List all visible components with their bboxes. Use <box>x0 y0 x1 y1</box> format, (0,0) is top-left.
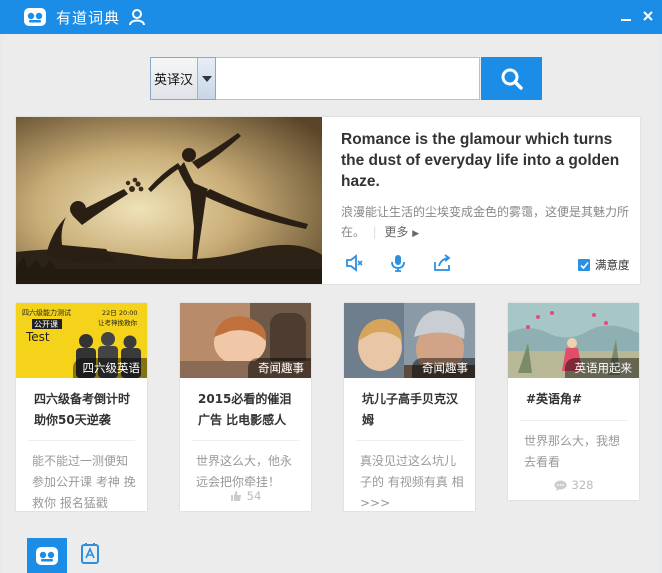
comment-icon <box>554 480 567 491</box>
satisfaction-checkbox[interactable]: 满意度 <box>578 257 630 273</box>
card-thumbnail: 四六级能力测试 公开课 Test 22日 20:00 让考神挽救你 四六级英语 <box>16 303 147 378</box>
card-category-tag: 四六级英语 <box>72 358 147 378</box>
thumb-slogan: 让考神挽救你 <box>98 318 138 327</box>
microphone-icon[interactable] <box>389 254 407 272</box>
card-description: 能不能过一测便知 参加公开课 考神 挽救你 报名猛戳 <box>32 454 136 510</box>
card-description: 世界那么大，我想 去看看 <box>524 434 621 469</box>
card-title: #英语角# <box>526 392 583 406</box>
article-card[interactable]: 英语用起来 #英语角# 世界那么大，我想 去看看 328 <box>508 303 639 500</box>
article-card[interactable]: 奇闻趣事 2015必看的催泪 广告 比电影感人 世界这么大，他永 远会把你牵挂！… <box>180 303 311 511</box>
article-card[interactable]: 奇闻趣事 坑儿子高手贝克汉 姆 真没见过这么坑儿 子的 有视频有真 相>>> <box>344 303 475 511</box>
title-bar: 有道词典 <box>0 0 662 34</box>
card-thumbnail: 英语用起来 <box>508 303 639 378</box>
sentence-english: Romance is the glamour which turns the d… <box>341 131 620 190</box>
search-icon <box>501 68 523 90</box>
speaker-icon[interactable] <box>345 254 363 272</box>
like-count: 54 <box>180 489 311 503</box>
home-tab[interactable] <box>27 538 67 573</box>
wordbook-tab[interactable] <box>79 543 101 565</box>
comment-count-value: 328 <box>571 478 594 492</box>
like-count-value: 54 <box>246 489 262 503</box>
card-title: 坑儿子高手贝克汉 姆 <box>362 392 459 427</box>
wordbook-icon <box>81 543 99 564</box>
daily-sentence-text: Romance is the glamour which turns the d… <box>341 129 631 244</box>
card-category-tag: 英语用起来 <box>564 358 639 378</box>
thumb-badge: 公开课 <box>34 320 58 329</box>
sentence-actions <box>345 254 477 272</box>
thumb-heading: 四六级能力测试 <box>22 308 71 317</box>
sentence-chinese: 浪漫能让生活的尘埃变成金色的雾霭，这便是其魅力所在。 | 更多 ▶ <box>341 205 630 239</box>
user-icon[interactable] <box>128 8 146 26</box>
satisfaction-label: 满意度 <box>595 258 630 272</box>
card-description: 真没见过这么坑儿 子的 有视频有真 相>>> <box>360 454 464 510</box>
card-title: 2015必看的催泪 广告 比电影感人 <box>198 392 292 427</box>
search-bar: 英译汉 <box>150 57 542 100</box>
card-thumbnail: 奇闻趣事 <box>344 303 475 378</box>
bottom-nav <box>0 533 662 573</box>
comment-count: 328 <box>508 478 639 492</box>
article-card[interactable]: 四六级能力测试 公开课 Test 22日 20:00 让考神挽救你 四六级英语 … <box>16 303 147 511</box>
card-description: 世界这么大，他永 远会把你牵挂！ <box>196 454 293 489</box>
thumb-date: 22日 20:00 <box>102 309 138 317</box>
card-thumbnail: 奇闻趣事 <box>180 303 311 378</box>
card-category-tag: 奇闻趣事 <box>412 358 475 378</box>
app-title: 有道词典 <box>56 8 121 27</box>
search-input[interactable] <box>216 57 480 100</box>
youdao-logo-icon <box>22 5 48 29</box>
thumbs-up-icon <box>230 491 241 501</box>
checkbox-checked-icon <box>578 259 590 271</box>
card-category-tag: 奇闻趣事 <box>248 358 311 378</box>
close-icon[interactable] <box>638 6 658 26</box>
chevron-right-icon: ▶ <box>412 229 420 239</box>
youdao-home-icon <box>36 546 58 565</box>
language-select[interactable]: 英译汉 <box>150 57 216 100</box>
share-icon[interactable] <box>433 254 451 272</box>
more-link-label: 更多 <box>384 225 409 239</box>
language-select-label: 英译汉 <box>154 73 194 88</box>
minimize-icon[interactable] <box>616 6 636 26</box>
search-button[interactable] <box>481 57 542 100</box>
chevron-down-icon[interactable] <box>197 58 215 99</box>
more-link[interactable]: 更多 ▶ <box>384 225 419 239</box>
daily-sentence-card: Romance is the glamour which turns the d… <box>16 117 640 284</box>
daily-sentence-image <box>16 117 322 284</box>
card-title: 四六级备考倒计时 助你50天逆袭 <box>34 392 131 427</box>
thumb-word: Test <box>25 330 50 344</box>
